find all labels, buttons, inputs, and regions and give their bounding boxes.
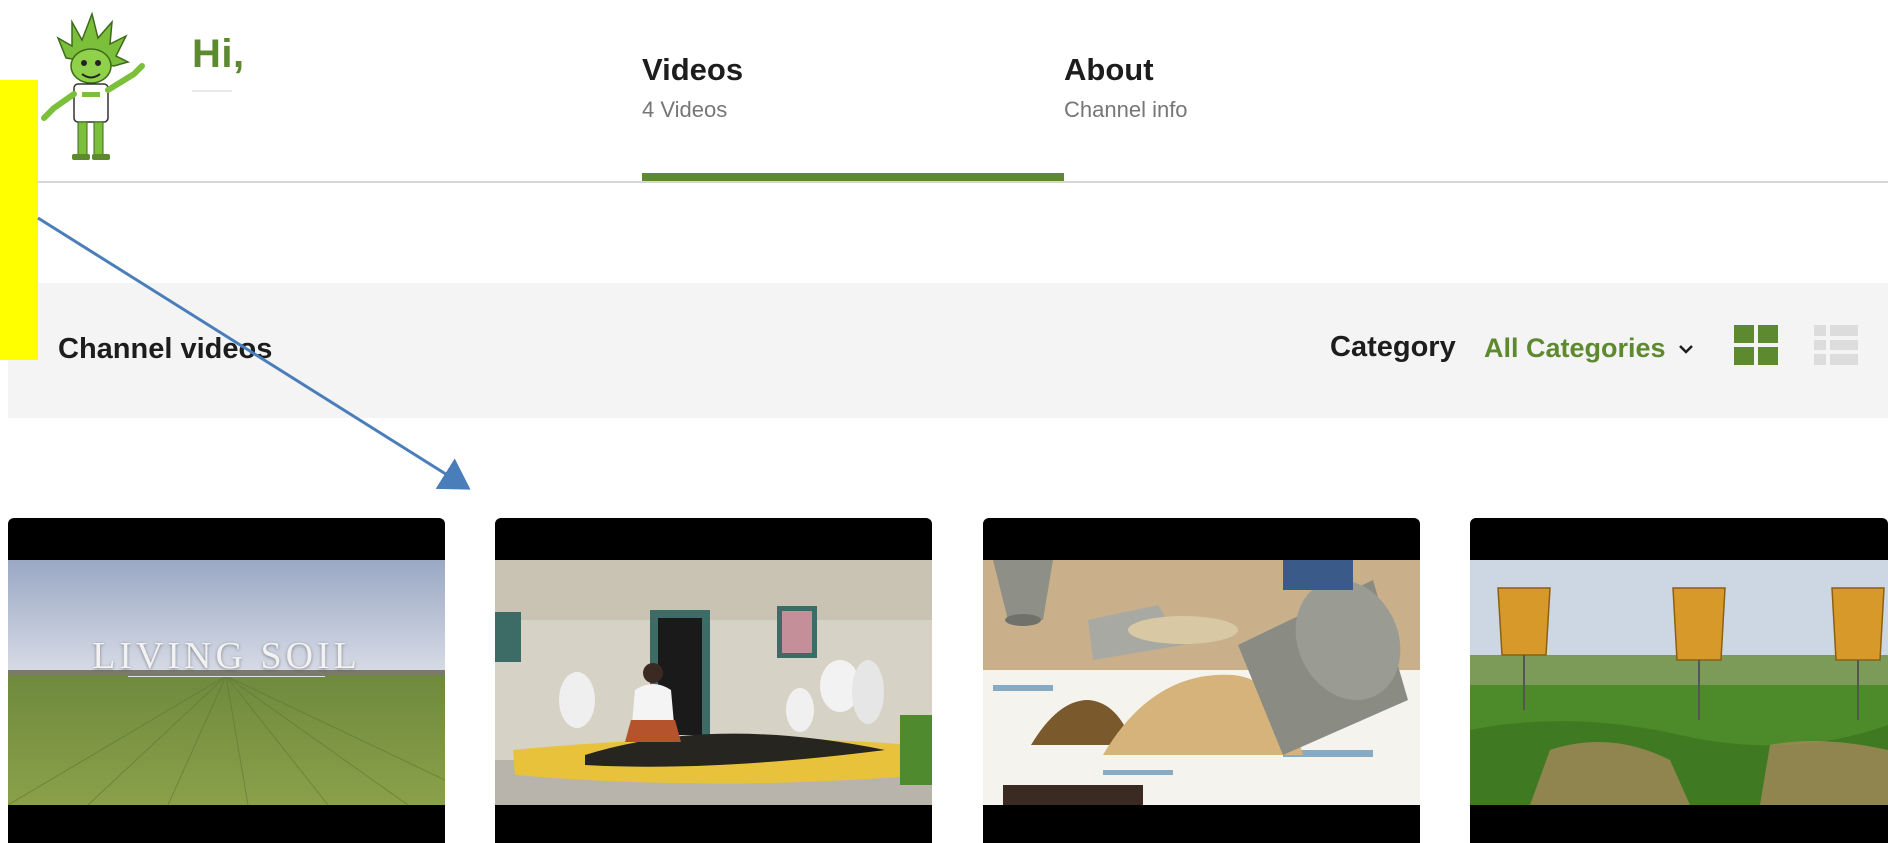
channel-videos-heading: Channel videos — [58, 333, 273, 365]
category-selected-value: All Categories — [1484, 333, 1666, 363]
tab-about-subtitle: Channel info — [1064, 97, 1188, 122]
chevron-down-icon — [1678, 344, 1693, 354]
video-card-living-soil[interactable]: LIVING SOIL — [8, 518, 445, 843]
video-thumbnail — [495, 560, 932, 805]
greeting-placeholder — [192, 90, 232, 92]
channel-videos-toolbar: Channel videos Category All Categories — [8, 283, 1888, 418]
tab-videos-title: Videos — [642, 52, 744, 87]
video-card-4[interactable] — [1470, 518, 1888, 843]
grid-view-icon[interactable] — [1734, 325, 1778, 365]
list-view-icon[interactable] — [1814, 325, 1858, 365]
video-thumbnail — [1470, 560, 1888, 805]
category-label: Category — [1330, 331, 1456, 363]
tabs-divider — [38, 181, 1888, 183]
thumbnail-title-underline — [128, 676, 325, 677]
tab-about-title: About — [1064, 52, 1154, 87]
video-thumbnail — [983, 560, 1420, 805]
video-thumbnail — [8, 560, 445, 805]
thumbnail-title-text: LIVING SOIL — [92, 635, 361, 677]
video-card-2[interactable] — [495, 518, 932, 843]
video-card-3[interactable] — [983, 518, 1420, 843]
mascot-logo — [41, 11, 145, 160]
active-tab-indicator — [642, 173, 1064, 181]
yellow-highlight-annotation — [0, 80, 38, 360]
tab-videos[interactable]: Videos 4 Videos — [642, 50, 743, 124]
tab-videos-count: 4 Videos — [642, 97, 728, 122]
category-dropdown[interactable]: All Categories — [1484, 333, 1694, 364]
greeting-text: Hi, — [192, 32, 245, 76]
tab-about[interactable]: About Channel info — [1064, 50, 1188, 124]
